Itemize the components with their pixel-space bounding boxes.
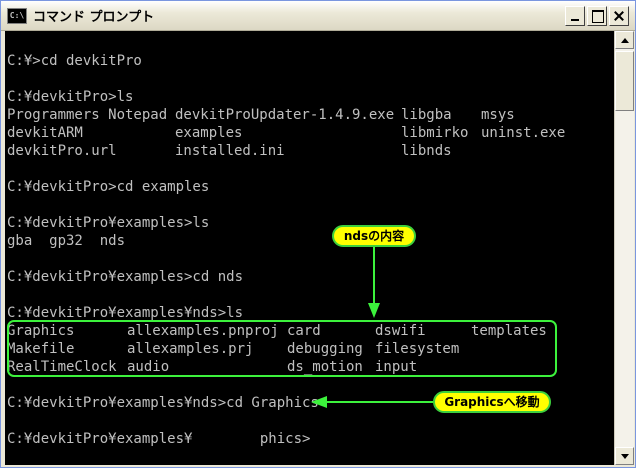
listing-entry: devkitPro.url	[7, 143, 117, 159]
listing-entry: libgba	[401, 107, 452, 123]
listing-entry: installed.ini	[175, 143, 285, 159]
nds-contents-callout: ndsの内容	[332, 225, 416, 247]
listing-row: devkitPro.url installed.ini libnds	[7, 142, 612, 160]
listing-entry: libmirko	[401, 125, 469, 141]
listing-entry: devkitARM	[7, 125, 83, 141]
title-bar[interactable]: C:\ コマンド プロンプト	[1, 1, 635, 31]
listing-row: devkitARM examples libmirko uninst.exe	[7, 124, 612, 142]
console-line: C:¥devkitPro¥examples¥nds>cd Graphics	[7, 395, 319, 411]
console-app-icon[interactable]: C:\	[7, 7, 27, 24]
scroll-down-button[interactable]	[615, 447, 634, 465]
listing-row: Programmers Notepad devkitProUpdater-1.4.…	[7, 106, 612, 124]
console-line: gba gp32 nds	[7, 233, 126, 249]
window-controls	[565, 6, 629, 26]
listing-entry: examples	[175, 125, 243, 141]
console-line: C:¥devkitPro>ls	[7, 89, 134, 105]
scroll-up-button[interactable]	[615, 31, 634, 49]
console-line: C:¥devkitPro¥examples>ls	[7, 215, 210, 231]
vertical-scrollbar[interactable]	[614, 31, 634, 465]
minimize-button[interactable]	[565, 6, 585, 26]
console-line: C:¥devkitPro¥examples>cd nds	[7, 269, 244, 285]
maximize-button[interactable]	[587, 6, 607, 26]
console-line: C:¥devkitPro¥examples¥ phics>	[7, 431, 311, 447]
listing-entry: devkitProUpdater-1.4.9.exe	[175, 107, 395, 123]
listing-entry: Programmers Notepad	[7, 107, 168, 123]
command-prompt-window: C:\ コマンド プロンプト C:¥>cd devkitPro C:¥devkit…	[0, 0, 636, 468]
move-to-graphics-callout: Graphicsへ移動	[433, 391, 551, 413]
console-line: C:¥>cd devkitPro	[7, 53, 142, 69]
console-line: C:¥devkitPro>cd examples	[7, 179, 210, 195]
scroll-thumb[interactable]	[615, 51, 634, 111]
window-title: コマンド プロンプト	[33, 10, 155, 25]
listing-entry: libnds	[401, 143, 452, 159]
nds-listing-highlight	[7, 320, 557, 377]
listing-entry: uninst.exe	[481, 125, 566, 141]
console-output[interactable]: C:¥>cd devkitPro C:¥devkitPro>ls C:¥devkit…	[5, 31, 614, 465]
arrow-down-head	[368, 303, 380, 318]
close-button[interactable]	[609, 6, 629, 26]
listing-entry: msys	[481, 107, 515, 123]
